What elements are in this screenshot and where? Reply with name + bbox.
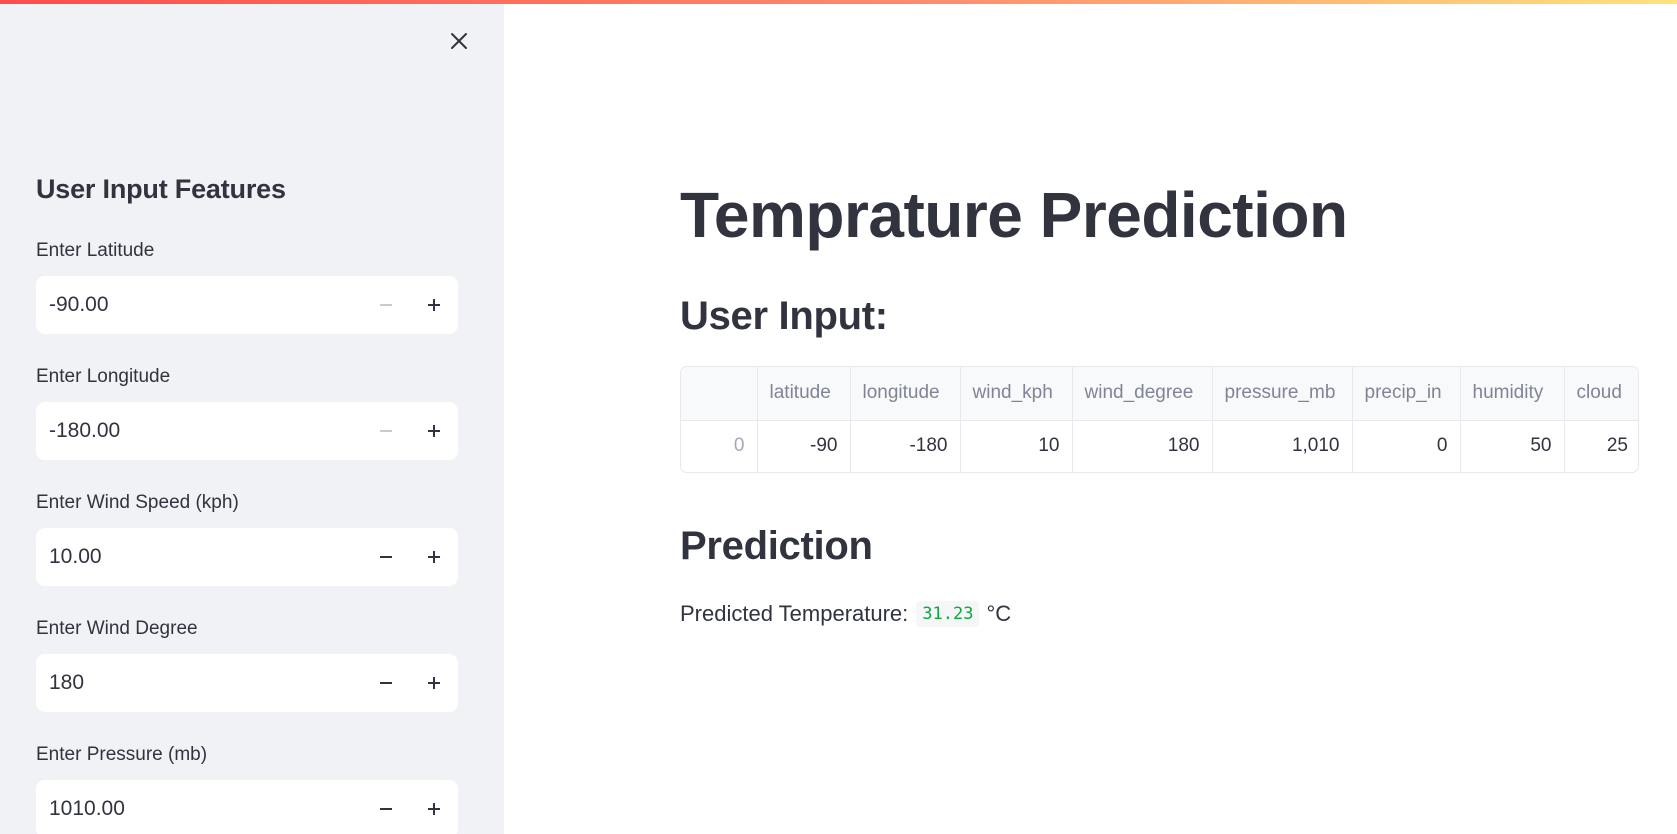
number-input [36,402,458,460]
plus-icon [428,677,440,689]
prediction-line: Predicted Temperature: 31.23 °C [680,601,1011,627]
table-header-cell[interactable] [681,367,758,421]
sidebar-title: User Input Features [36,174,286,204]
field-label: Enter Wind Degree [36,618,198,639]
prediction-heading: Prediction [680,524,873,568]
table-header-cell[interactable]: longitude [850,367,961,421]
table-header-cell[interactable]: wind_kph [960,367,1073,421]
top-decoration-bar [0,0,1677,4]
user-input-table: latitude longitude wind_kph wind_degree pres… [680,366,1639,473]
decrement-button[interactable] [362,402,410,460]
number-input [36,780,458,834]
close-sidebar-button[interactable] [444,26,474,56]
table-header-cell[interactable]: precip_in [1352,367,1461,421]
table-cell[interactable]: 0 [1352,420,1461,472]
plus-icon [428,803,440,815]
field-label: Enter Wind Speed (kph) [36,492,239,513]
increment-button[interactable] [410,528,458,586]
table-cell[interactable]: 25 [1564,420,1638,472]
minus-icon [380,556,392,558]
increment-button[interactable] [410,780,458,834]
plus-icon [428,299,440,311]
table-row: 0 -90 -180 10 180 1,010 0 50 25 [681,420,1638,472]
table-header-cell[interactable]: pressure_mb [1212,367,1353,421]
number-input-group: Enter Longitude [36,364,458,460]
field-label: Enter Latitude [36,240,155,261]
minus-icon [380,682,392,684]
decrement-button[interactable] [362,276,410,334]
table-header-cell[interactable]: cloud [1564,367,1638,421]
prediction-value: 31.23 [916,601,980,627]
plus-icon [428,551,440,563]
table-cell[interactable]: -180 [850,420,961,472]
number-input-group: Enter Pressure (mb) [36,742,458,834]
plus-icon [428,425,440,437]
table-header-cell[interactable]: wind_degree [1072,367,1213,421]
increment-button[interactable] [410,402,458,460]
table-cell[interactable]: 10 [960,420,1073,472]
table-header-row: latitude longitude wind_kph wind_degree pres… [681,367,1638,421]
table-row-index[interactable]: 0 [681,420,758,472]
number-input-group: Enter Latitude [36,238,458,334]
minus-icon [380,304,392,306]
table-cell[interactable]: -90 [757,420,851,472]
number-input-field[interactable] [36,528,362,586]
field-label: Enter Longitude [36,366,171,387]
sidebar: User Input Features Enter Latitude Enter… [0,0,504,834]
table-header-cell[interactable]: latitude [757,367,851,421]
increment-button[interactable] [410,654,458,712]
minus-icon [380,430,392,432]
main-content: Temprature Prediction User Input: latitu… [504,0,1677,834]
number-input-field[interactable] [36,276,362,334]
number-input [36,654,458,712]
number-input-group: Enter Wind Degree [36,616,458,712]
number-input [36,276,458,334]
number-input-field[interactable] [36,780,362,834]
prediction-label: Predicted Temperature: [680,601,909,626]
user-input-heading: User Input: [680,294,888,338]
number-input [36,528,458,586]
table-cell[interactable]: 50 [1460,420,1565,472]
prediction-unit: °C [986,601,1012,626]
decrement-button[interactable] [362,780,410,834]
table-header-cell[interactable]: humidity [1460,367,1565,421]
number-input-group: Enter Wind Speed (kph) [36,490,458,586]
field-label: Enter Pressure (mb) [36,744,208,765]
increment-button[interactable] [410,276,458,334]
page-title: Temprature Prediction [680,179,1348,251]
table-cell[interactable]: 1,010 [1212,420,1353,472]
close-icon [451,33,467,49]
table-cell[interactable]: 180 [1072,420,1213,472]
decrement-button[interactable] [362,654,410,712]
minus-icon [380,808,392,810]
table-body: 0 -90 -180 10 180 1,010 0 50 25 [681,420,1638,472]
decrement-button[interactable] [362,528,410,586]
number-input-field[interactable] [36,402,362,460]
number-input-field[interactable] [36,654,362,712]
